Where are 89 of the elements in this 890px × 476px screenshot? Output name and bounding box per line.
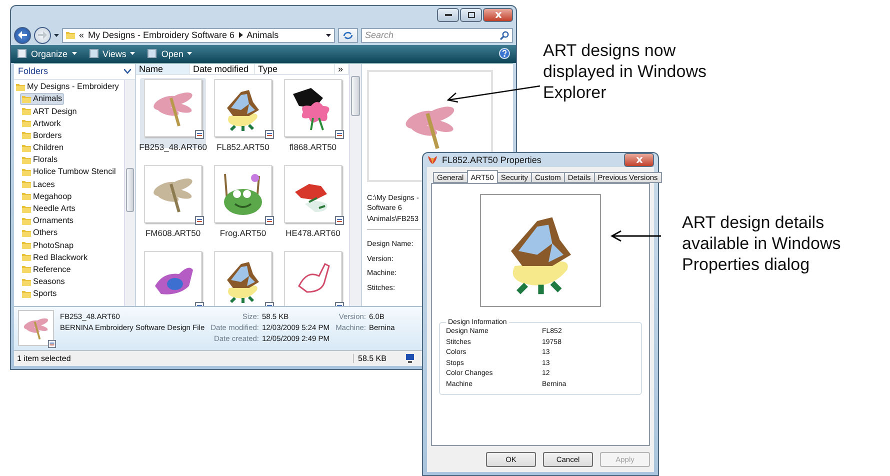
folder-icon <box>22 168 31 176</box>
column-header[interactable]: Type <box>255 64 335 74</box>
folder-icon <box>22 290 31 298</box>
folder-icon <box>22 94 31 103</box>
folder-item[interactable]: Red Blackwork <box>20 251 90 264</box>
folder-item[interactable]: My Designs - Embroidery <box>14 80 121 93</box>
maximize-button[interactable] <box>460 8 482 22</box>
scrollbar[interactable] <box>349 64 361 306</box>
folder-item[interactable]: Artwork <box>20 117 63 130</box>
folder-icon <box>22 144 31 152</box>
address-segment[interactable]: Animals <box>246 30 279 40</box>
folder-icon <box>22 216 31 225</box>
refresh-button[interactable] <box>338 28 358 43</box>
column-header[interactable]: » <box>335 64 349 74</box>
folder-item[interactable]: Laces <box>20 178 57 190</box>
search-field[interactable]: Search <box>361 28 513 43</box>
folder-item[interactable]: Florals <box>20 154 60 166</box>
column-header[interactable]: Name <box>136 64 190 74</box>
caret-icon <box>326 34 331 37</box>
status-text: 1 item selected <box>16 354 72 364</box>
caret-icon <box>72 52 77 56</box>
folder-item[interactable]: Ornaments <box>20 214 76 227</box>
folder-icon <box>22 107 31 116</box>
folder-icon <box>22 253 31 262</box>
toolbar-button[interactable]: Open <box>147 48 192 59</box>
maximize-icon <box>468 12 474 18</box>
folder-item[interactable]: Megahoop <box>20 190 74 202</box>
folder-icon <box>22 228 31 237</box>
back-arrow-icon <box>18 31 27 40</box>
folder-item[interactable]: Sports <box>20 288 59 300</box>
folder-icon <box>22 180 31 188</box>
forward-button[interactable] <box>34 26 51 44</box>
folders-heading[interactable]: Folders <box>18 66 48 76</box>
chevron-right-icon <box>238 32 243 38</box>
caret-icon <box>54 34 59 37</box>
close-icon <box>494 12 502 18</box>
folder-item[interactable]: Holice Tumbow Stencil <box>20 166 118 178</box>
close-button[interactable] <box>624 153 654 167</box>
document-icon <box>17 49 27 58</box>
folder-item[interactable]: Animals <box>20 92 64 105</box>
address-overflow[interactable]: « <box>79 30 84 40</box>
design-file-icon <box>195 130 204 139</box>
search-icon <box>500 30 509 40</box>
folder-icon <box>22 192 31 200</box>
folder-item[interactable]: Reference <box>20 263 73 276</box>
computer-icon <box>405 354 415 364</box>
folder-item[interactable]: Seasons <box>20 276 67 288</box>
folder-item[interactable]: Others <box>20 226 60 240</box>
design-file-icon <box>265 216 274 225</box>
design-file-icon <box>265 130 274 139</box>
caret-icon <box>130 52 136 56</box>
folder-icon <box>22 156 31 164</box>
toolbar-button[interactable]: Views <box>88 48 136 59</box>
folder-icon <box>16 82 25 91</box>
folder-icon <box>22 265 31 274</box>
address-bar[interactable]: « My Designs - Embroidery Software 6 Animals <box>62 28 335 43</box>
refresh-icon <box>343 30 353 40</box>
app-icon <box>427 155 438 165</box>
folder-item[interactable]: PhotoSnap <box>20 239 76 252</box>
folder-item[interactable]: Children <box>20 142 66 154</box>
dialog-title: FL852.ART50 Properties <box>442 155 542 165</box>
design-file-icon <box>195 216 204 225</box>
close-icon <box>636 157 642 163</box>
design-file-icon <box>335 216 344 225</box>
close-button[interactable] <box>483 8 513 22</box>
folder-item[interactable]: Needle Arts <box>20 202 78 215</box>
forward-arrow-icon <box>38 31 47 40</box>
minimize-button[interactable] <box>437 8 459 22</box>
folder-item[interactable]: ART Design <box>20 104 79 118</box>
status-size: 58.5 KB <box>353 354 401 364</box>
help-icon[interactable] <box>499 48 510 60</box>
caret-icon <box>187 52 192 56</box>
minimize-icon <box>444 14 452 16</box>
toolbar-button[interactable]: Organize <box>17 48 77 59</box>
chevron-down-icon[interactable] <box>124 68 131 74</box>
scrollbar[interactable] <box>124 80 135 306</box>
back-button[interactable] <box>14 26 31 44</box>
address-segment[interactable]: My Designs - Embroidery Software 6 <box>88 30 235 40</box>
design-file-icon <box>335 130 344 139</box>
callout-text: ART designs now displayed in Windows Explorer <box>543 40 708 103</box>
callout-text: ART design details available in Windows Properties dialog <box>682 212 842 275</box>
folder-icon <box>22 241 31 250</box>
folder-icon <box>22 119 31 128</box>
folder-item[interactable]: Borders <box>20 129 64 142</box>
folder-icon <box>22 131 31 140</box>
folder-icon <box>22 204 31 213</box>
pointer-arrow <box>610 230 661 242</box>
folder-icon <box>66 31 75 40</box>
folder-icon <box>22 278 31 286</box>
